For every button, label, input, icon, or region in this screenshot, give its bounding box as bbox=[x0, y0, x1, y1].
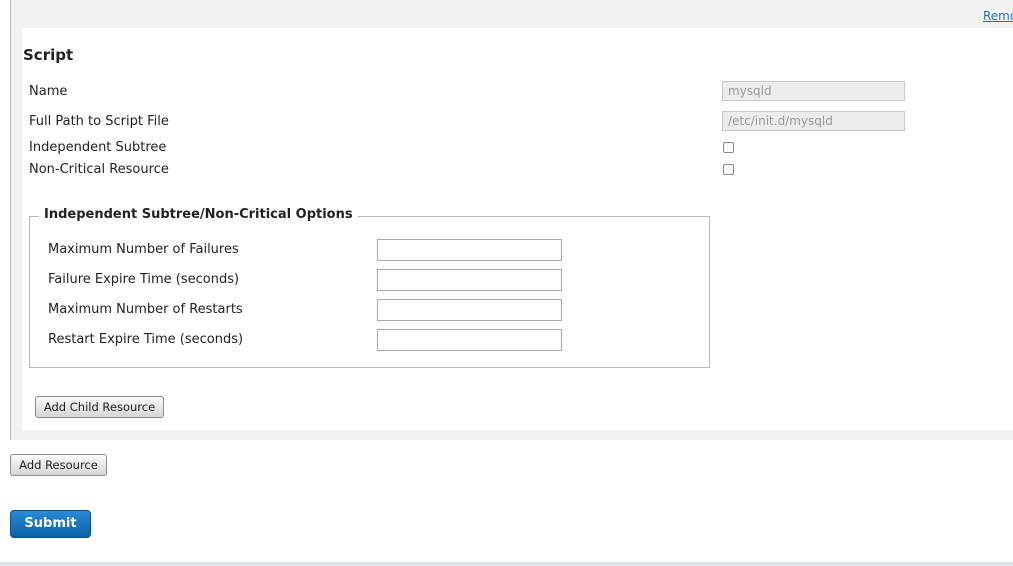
name-input[interactable] bbox=[722, 81, 905, 101]
script-path-label: Full Path to Script File bbox=[29, 114, 169, 129]
independent-subtree-checkbox[interactable] bbox=[723, 142, 734, 153]
max-failures-label: Maximum Number of Failures bbox=[48, 242, 239, 257]
max-restarts-input[interactable] bbox=[377, 299, 562, 321]
non-critical-resource-checkbox[interactable] bbox=[723, 164, 734, 175]
max-failures-input[interactable] bbox=[377, 239, 562, 261]
restart-expire-input[interactable] bbox=[377, 329, 562, 351]
independent-subtree-label: Independent Subtree bbox=[29, 140, 167, 155]
add-child-resource-button[interactable]: Add Child Resource bbox=[35, 396, 164, 418]
script-path-input[interactable] bbox=[722, 111, 905, 131]
non-critical-resource-label: Non-Critical Resource bbox=[29, 162, 169, 177]
options-legend: Independent Subtree/Non-Critical Options bbox=[39, 207, 358, 222]
add-resource-button[interactable]: Add Resource bbox=[10, 454, 107, 476]
failure-expire-label: Failure Expire Time (seconds) bbox=[48, 272, 240, 287]
max-restarts-label: Maximum Number of Restarts bbox=[48, 302, 243, 317]
failure-expire-input[interactable] bbox=[377, 269, 562, 291]
remove-resource-link[interactable]: Remo bbox=[983, 9, 1013, 23]
restart-expire-label: Restart Expire Time (seconds) bbox=[48, 332, 244, 347]
submit-button[interactable]: Submit bbox=[10, 510, 91, 538]
name-label: Name bbox=[29, 84, 68, 99]
section-title: Script bbox=[23, 46, 74, 64]
bottom-divider bbox=[0, 562, 1013, 566]
